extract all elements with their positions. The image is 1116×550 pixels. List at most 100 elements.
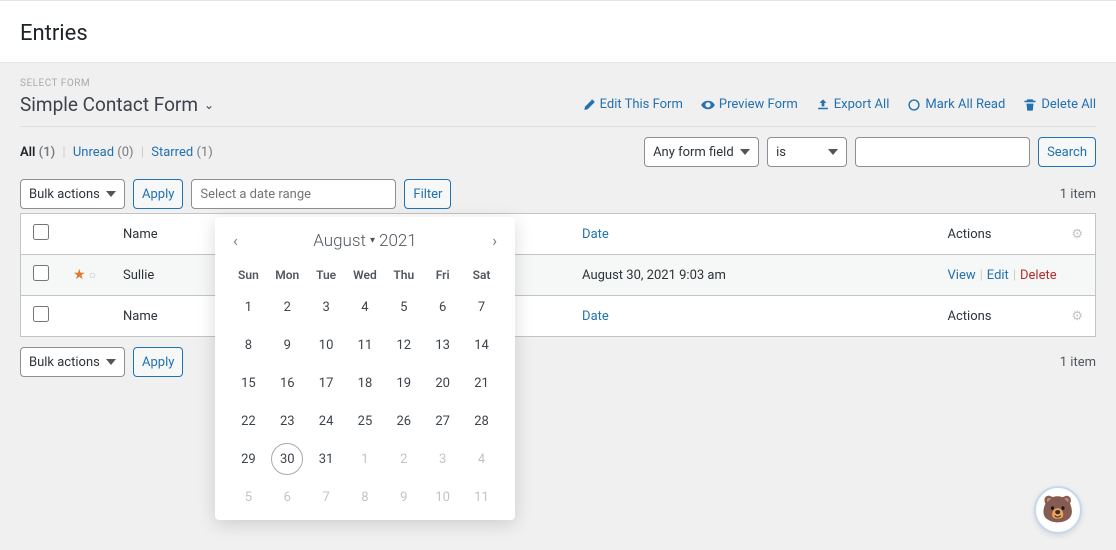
dp-day[interactable]: 11	[466, 481, 498, 513]
select-form-label: SELECT FORM	[20, 78, 1096, 89]
dp-day[interactable]: 3	[427, 443, 459, 475]
dp-day[interactable]: 11	[349, 329, 381, 361]
dp-day[interactable]: 5	[232, 481, 264, 513]
divider	[20, 126, 1096, 127]
search-op-select[interactable]: is	[767, 137, 847, 167]
status-tabs: All (1) | Unread (0) | Starred (1)	[20, 145, 213, 160]
dp-day[interactable]: 8	[232, 329, 264, 361]
select-all-checkbox[interactable]	[33, 224, 49, 240]
preview-form-link[interactable]: Preview Form	[701, 97, 798, 112]
dp-day[interactable]: 10	[310, 329, 342, 361]
dp-day[interactable]: 29	[232, 443, 264, 475]
tab-unread[interactable]: Unread (0)	[73, 145, 134, 160]
dp-day[interactable]: 9	[271, 329, 303, 361]
dp-day[interactable]: 12	[388, 329, 420, 361]
export-all-link[interactable]: Export All	[816, 97, 890, 112]
dp-day[interactable]: 28	[466, 405, 498, 437]
search-field-select[interactable]: Any form field	[644, 137, 759, 167]
tab-all[interactable]: All (1)	[20, 145, 55, 160]
form-selector[interactable]: Simple Contact Form ⌄	[20, 93, 214, 116]
dp-day[interactable]: 4	[466, 443, 498, 475]
tab-starred[interactable]: Starred (1)	[151, 145, 213, 160]
filter-button[interactable]: Filter	[404, 179, 451, 209]
datepicker-next[interactable]: ›	[488, 227, 501, 254]
col-actions: Actions	[948, 227, 992, 242]
actions-row: Bulk actions Apply Filter 1 item ‹ Augus…	[20, 179, 1096, 209]
dp-day[interactable]: 16	[271, 367, 303, 399]
dp-day[interactable]: 4	[349, 291, 381, 323]
bulk-actions-select-bottom[interactable]: Bulk actions	[20, 347, 125, 377]
view-link[interactable]: View	[948, 268, 976, 283]
dp-day[interactable]: 23	[271, 405, 303, 437]
dp-day[interactable]: 20	[427, 367, 459, 399]
eye-icon	[701, 98, 715, 112]
search-group: Any form field is Search	[644, 137, 1096, 167]
edit-link[interactable]: Edit	[987, 268, 1009, 283]
gear-icon[interactable]: ⚙	[1071, 227, 1083, 242]
star-filled-icon[interactable]: ★	[73, 267, 86, 283]
pagination-top: 1 item	[1060, 187, 1096, 202]
datepicker-title[interactable]: August ▾ 2021	[242, 231, 488, 251]
datepicker-prev[interactable]: ‹	[229, 227, 242, 254]
page-header: Entries	[0, 0, 1116, 63]
dp-day[interactable]: 17	[310, 367, 342, 399]
dp-day[interactable]: 8	[349, 481, 381, 513]
dp-day[interactable]: 2	[271, 291, 303, 323]
dp-day[interactable]: 5	[388, 291, 420, 323]
read-indicator-icon[interactable]: ○	[89, 268, 96, 282]
dp-day[interactable]: 21	[466, 367, 498, 399]
select-all-checkbox-bottom[interactable]	[33, 306, 49, 322]
export-icon	[816, 98, 830, 112]
dp-day[interactable]: 27	[427, 405, 459, 437]
dp-day[interactable]: 13	[427, 329, 459, 361]
date-range-input[interactable]	[191, 179, 396, 209]
apply-button-bottom[interactable]: Apply	[133, 347, 183, 377]
dp-dow: Tue	[307, 262, 346, 288]
dp-day[interactable]: 1	[349, 443, 381, 475]
dp-day[interactable]: 14	[466, 329, 498, 361]
chevron-down-icon: ⌄	[204, 98, 214, 112]
dp-dow: Sun	[229, 262, 268, 288]
form-name-text: Simple Contact Form	[20, 93, 198, 116]
dp-day[interactable]: 1	[232, 291, 264, 323]
col-date[interactable]: Date	[582, 227, 609, 242]
bulk-actions-select[interactable]: Bulk actions	[20, 179, 125, 209]
dp-day[interactable]: 9	[388, 481, 420, 513]
dp-day[interactable]: 15	[232, 367, 264, 399]
table-row: ★ ○ Sullie Pre-Sale Query August 30, 202…	[21, 255, 1096, 296]
apply-button-top[interactable]: Apply	[133, 179, 183, 209]
delete-all-link[interactable]: Delete All	[1023, 97, 1096, 112]
dp-day[interactable]: 18	[349, 367, 381, 399]
dp-day[interactable]: 19	[388, 367, 420, 399]
dp-day[interactable]: 3	[310, 291, 342, 323]
dp-day[interactable]: 2	[388, 443, 420, 475]
chevron-down-icon: ▾	[370, 235, 375, 246]
dp-day[interactable]: 7	[466, 291, 498, 323]
dp-day[interactable]: 26	[388, 405, 420, 437]
gear-icon[interactable]: ⚙	[1071, 309, 1083, 324]
dp-day[interactable]: 22	[232, 405, 264, 437]
dp-day[interactable]: 6	[271, 481, 303, 513]
mark-all-read-link[interactable]: Mark All Read	[907, 97, 1005, 112]
dp-day[interactable]: 31	[310, 443, 342, 475]
search-value-input[interactable]	[855, 137, 1030, 167]
search-button[interactable]: Search	[1038, 137, 1096, 167]
datepicker-popover: ‹ August ▾ 2021 › SunMonTueWedThuFriSat1…	[215, 217, 515, 520]
dp-day[interactable]: 10	[427, 481, 459, 513]
help-mascot[interactable]: 🐻	[1034, 486, 1082, 534]
form-toolbar: Edit This Form Preview Form Export All M…	[582, 97, 1096, 112]
pagination-bottom: 1 item	[1060, 355, 1096, 370]
dp-day[interactable]: 7	[310, 481, 342, 513]
pencil-icon	[582, 98, 596, 112]
dp-dow: Wed	[346, 262, 385, 288]
dp-day[interactable]: 6	[427, 291, 459, 323]
dp-dow: Sat	[462, 262, 501, 288]
trash-icon	[1023, 98, 1037, 112]
delete-link[interactable]: Delete	[1020, 268, 1057, 283]
dp-day[interactable]: 30	[271, 443, 303, 475]
dp-day[interactable]: 24	[310, 405, 342, 437]
edit-form-link[interactable]: Edit This Form	[582, 97, 683, 112]
row-checkbox[interactable]	[33, 265, 49, 281]
cell-date: August 30, 2021 9:03 am	[570, 255, 935, 296]
dp-day[interactable]: 25	[349, 405, 381, 437]
